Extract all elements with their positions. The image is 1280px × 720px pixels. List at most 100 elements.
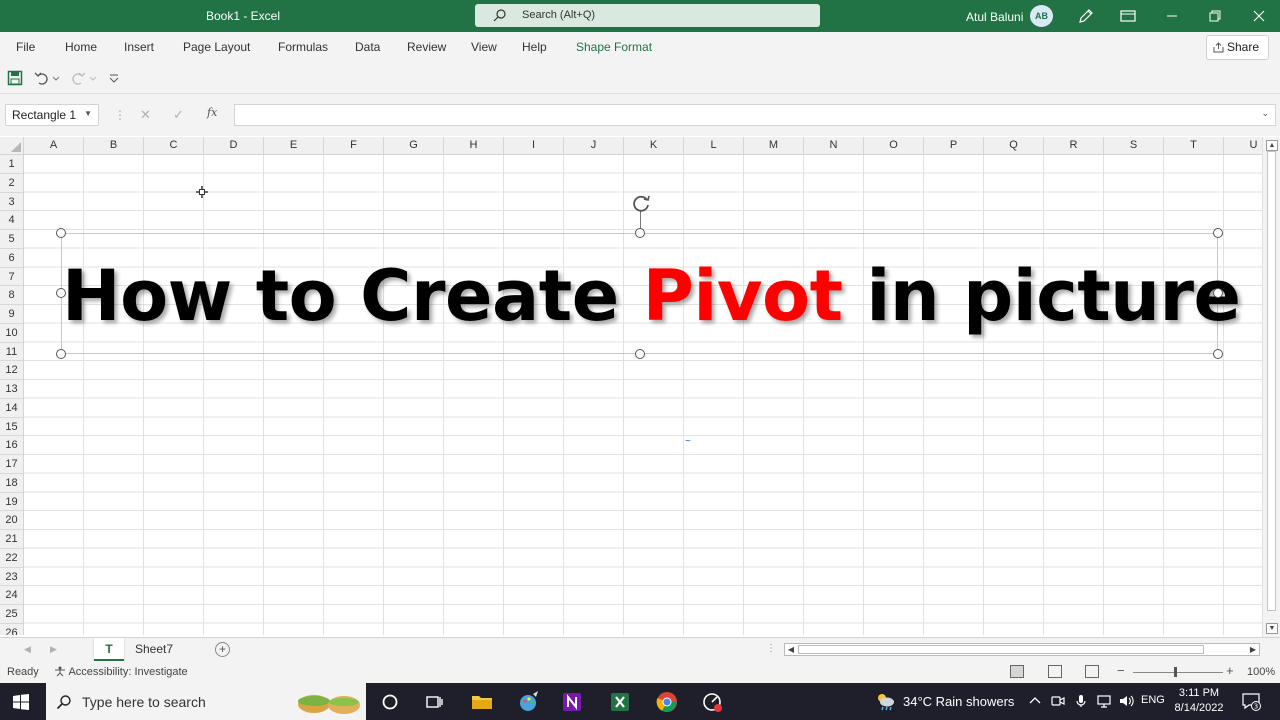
- row-header[interactable]: 20: [0, 511, 23, 530]
- notification-center-icon[interactable]: 3: [1241, 691, 1261, 711]
- zoom-slider-thumb[interactable]: [1174, 667, 1177, 677]
- formula-input[interactable]: ⌄: [234, 104, 1276, 126]
- scroll-left-icon[interactable]: ◀: [785, 644, 797, 655]
- close-icon[interactable]: [1249, 6, 1269, 26]
- normal-view-icon[interactable]: [1010, 665, 1024, 678]
- row-header[interactable]: 25: [0, 605, 23, 624]
- row-header[interactable]: 14: [0, 399, 23, 418]
- column-header[interactable]: I: [504, 137, 564, 155]
- user-name[interactable]: Atul Baluni: [966, 10, 1023, 24]
- resize-handle-top[interactable]: [635, 228, 645, 238]
- horizontal-scrollbar[interactable]: ◀ ▶: [784, 643, 1260, 656]
- row-header[interactable]: 24: [0, 586, 23, 605]
- ribbon-display-icon[interactable]: [1119, 7, 1137, 25]
- column-header[interactable]: P: [924, 137, 984, 155]
- tab-view[interactable]: View: [471, 40, 497, 54]
- page-layout-view-icon[interactable]: [1048, 665, 1062, 678]
- tab-shape-format[interactable]: Shape Format: [576, 40, 652, 54]
- column-header[interactable]: K: [624, 137, 684, 155]
- next-sheet-icon[interactable]: ▶: [50, 644, 57, 655]
- column-header[interactable]: M: [744, 137, 804, 155]
- row-header[interactable]: 15: [0, 418, 23, 437]
- formula-bar-grip[interactable]: ⋮: [114, 108, 126, 122]
- confirm-entry-icon[interactable]: ✓: [173, 107, 184, 123]
- zoom-out-icon[interactable]: −: [1117, 663, 1125, 678]
- show-hidden-icons-icon[interactable]: [1027, 693, 1043, 709]
- tab-help[interactable]: Help: [522, 40, 547, 54]
- shape-text[interactable]: How to Create Pivot in picture: [62, 256, 1241, 336]
- column-header[interactable]: L: [684, 137, 744, 155]
- column-header[interactable]: R: [1044, 137, 1104, 155]
- tab-file[interactable]: File: [16, 40, 35, 54]
- tab-insert[interactable]: Insert: [124, 40, 154, 54]
- excel-icon[interactable]: [608, 690, 632, 714]
- taskbar-clock[interactable]: 3:11 PM 8/14/2022: [1174, 686, 1224, 716]
- windows-start-icon[interactable]: [12, 693, 30, 711]
- tab-split-handle[interactable]: ⋮: [766, 643, 776, 654]
- scroll-down-icon[interactable]: ▼: [1266, 623, 1278, 634]
- column-header[interactable]: E: [264, 137, 324, 155]
- column-header[interactable]: B: [84, 137, 144, 155]
- tab-data[interactable]: Data: [355, 40, 380, 54]
- taskbar-search[interactable]: Type here to search: [46, 683, 366, 720]
- resize-handle-top-left[interactable]: [56, 228, 66, 238]
- row-header[interactable]: 19: [0, 493, 23, 512]
- rectangle-shape[interactable]: How to Create Pivot in picture: [61, 233, 1241, 354]
- row-header[interactable]: 11: [0, 343, 23, 362]
- accessibility-status[interactable]: Accessibility: Investigate: [54, 666, 188, 678]
- row-header[interactable]: 6: [0, 249, 23, 268]
- redo-dropdown-icon[interactable]: [89, 70, 97, 86]
- cancel-entry-icon[interactable]: ✕: [140, 107, 151, 123]
- restore-icon[interactable]: [1205, 6, 1225, 26]
- rotate-handle-icon[interactable]: [630, 192, 652, 214]
- avatar[interactable]: AB: [1030, 5, 1053, 27]
- column-header[interactable]: O: [864, 137, 924, 155]
- cell-area[interactable]: [24, 155, 1262, 635]
- weather-icon[interactable]: [874, 691, 896, 711]
- tab-review[interactable]: Review: [407, 40, 446, 54]
- row-header[interactable]: 26: [0, 624, 23, 635]
- vertical-scrollbar[interactable]: ▲ ▼: [1262, 137, 1280, 637]
- share-button[interactable]: Share: [1206, 35, 1269, 60]
- column-header[interactable]: S: [1104, 137, 1164, 155]
- name-box-dropdown-icon[interactable]: ▼: [84, 109, 92, 118]
- row-header[interactable]: 9: [0, 305, 23, 324]
- resize-handle-bottom[interactable]: [635, 349, 645, 359]
- column-header[interactable]: A: [24, 137, 84, 155]
- column-header[interactable]: F: [324, 137, 384, 155]
- row-header[interactable]: 3: [0, 193, 23, 212]
- insert-function-button[interactable]: fx: [207, 106, 217, 119]
- pen-icon[interactable]: [1077, 7, 1095, 25]
- undo-dropdown-icon[interactable]: [52, 70, 60, 86]
- undo-icon[interactable]: [34, 70, 50, 86]
- expand-formula-bar-icon[interactable]: ⌄: [1261, 108, 1269, 119]
- row-header[interactable]: 12: [0, 361, 23, 380]
- customize-toolbar-icon[interactable]: [108, 70, 120, 86]
- page-break-view-icon[interactable]: [1085, 665, 1099, 678]
- tab-formulas[interactable]: Formulas: [278, 40, 328, 54]
- search-highlight-sandwich-icon[interactable]: [296, 687, 362, 717]
- tab-page-layout[interactable]: Page Layout: [183, 40, 250, 54]
- column-header[interactable]: G: [384, 137, 444, 155]
- save-icon[interactable]: [7, 70, 23, 86]
- zoom-in-icon[interactable]: +: [1226, 663, 1234, 678]
- row-header[interactable]: 8: [0, 286, 23, 305]
- minimize-icon[interactable]: [1162, 6, 1182, 26]
- tab-home[interactable]: Home: [65, 40, 97, 54]
- sheet-tab-t[interactable]: T: [94, 638, 124, 661]
- resize-handle-top-right[interactable]: [1213, 228, 1223, 238]
- resize-handle-bottom-left[interactable]: [56, 349, 66, 359]
- meet-now-icon[interactable]: [1050, 693, 1066, 709]
- weather-text[interactable]: 34°C Rain showers: [903, 694, 1014, 709]
- row-header[interactable]: 22: [0, 549, 23, 568]
- onenote-icon[interactable]: [560, 690, 584, 714]
- select-all-button[interactable]: [0, 137, 24, 155]
- redo-icon[interactable]: [70, 70, 86, 86]
- column-header[interactable]: C: [144, 137, 204, 155]
- scroll-up-icon[interactable]: ▲: [1266, 140, 1278, 151]
- screen-recorder-icon[interactable]: [700, 690, 724, 714]
- row-header[interactable]: 23: [0, 568, 23, 587]
- zoom-level[interactable]: 100%: [1247, 666, 1275, 678]
- row-header[interactable]: 1: [0, 155, 23, 174]
- row-header[interactable]: 16: [0, 436, 23, 455]
